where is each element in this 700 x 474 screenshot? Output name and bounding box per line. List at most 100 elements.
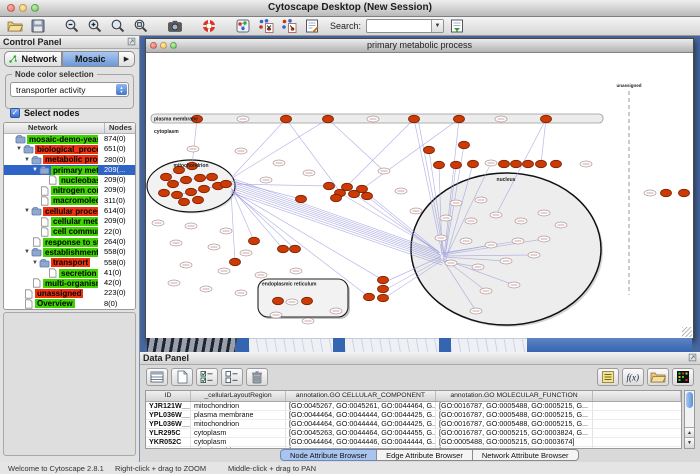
float-icon[interactable] xyxy=(127,37,136,48)
delete-button[interactable] xyxy=(246,368,268,386)
graph-node[interactable] xyxy=(378,294,389,301)
table-row[interactable]: YJR121W__1mitochondrion[GO:0045267, GO:0… xyxy=(146,402,681,411)
new-doc-button[interactable] xyxy=(171,368,193,386)
graph-node[interactable] xyxy=(181,176,192,183)
minimize-button[interactable] xyxy=(19,4,27,12)
graph-node[interactable] xyxy=(324,182,335,189)
graph-node[interactable] xyxy=(161,173,172,180)
tree-row[interactable]: multi-organism pro42(0) xyxy=(4,278,135,288)
tree-row[interactable]: unassigned223(0) xyxy=(4,288,135,298)
search-dropdown-icon[interactable]: ▼ xyxy=(431,20,443,32)
graph-node[interactable] xyxy=(454,115,465,122)
tree-row[interactable]: macromolecule311(0) xyxy=(4,196,135,206)
background-window-strip[interactable] xyxy=(345,338,439,352)
tree-row[interactable]: secretion41(0) xyxy=(4,268,135,278)
graph-node[interactable] xyxy=(172,191,183,198)
tab-network-attribute-browser[interactable]: Network Attribute Browser xyxy=(472,449,579,461)
close-button[interactable] xyxy=(7,4,15,12)
expand-triangle-icon[interactable]: ▼ xyxy=(23,157,31,163)
tab-node-attribute-browser[interactable]: Node Attribute Browser xyxy=(280,449,377,461)
graph-node[interactable] xyxy=(541,115,552,122)
save-button[interactable] xyxy=(27,18,48,35)
tree-row[interactable]: cell communicat22(0) xyxy=(4,227,135,237)
graph-node[interactable] xyxy=(424,146,435,153)
select-attrs-button[interactable] xyxy=(196,368,218,386)
background-window-strip[interactable] xyxy=(451,338,527,352)
tree-row[interactable]: ▼establishment of lo558(0) xyxy=(4,247,135,257)
graph-node[interactable] xyxy=(362,192,373,199)
background-network-thumbnail[interactable] xyxy=(147,338,235,352)
tree-row[interactable]: nucleobase-209(0) xyxy=(4,175,135,185)
graph-node[interactable] xyxy=(221,180,232,187)
table-cell[interactable]: YDR039C__1 xyxy=(146,447,191,449)
graph-node[interactable] xyxy=(186,188,197,195)
graph-node[interactable] xyxy=(323,115,334,122)
zoom-button[interactable] xyxy=(31,4,39,12)
graph-node[interactable] xyxy=(290,245,301,252)
network-view-window[interactable]: primary metabolic process plasma membran… xyxy=(145,38,694,339)
expand-triangle-icon[interactable]: ▼ xyxy=(15,146,23,152)
graph-node[interactable] xyxy=(459,141,470,148)
network-canvas[interactable]: plasma membranecytoplasmmitochondrionnuc… xyxy=(146,53,691,337)
open-folder-button[interactable] xyxy=(4,18,25,35)
table-column-header[interactable]: ID xyxy=(146,391,191,401)
table-cell[interactable]: [GO:0016787, GO:0005488, GO:0005215, G..… xyxy=(436,420,593,428)
graph-node[interactable] xyxy=(364,293,375,300)
expand-triangle-icon[interactable]: ▼ xyxy=(23,249,31,255)
graph-node[interactable] xyxy=(296,195,307,202)
table-column-header[interactable]: annotation.GO MOLECULAR_FUNCTION xyxy=(436,391,593,401)
tree-row[interactable]: nitrogen compo209(0) xyxy=(4,185,135,195)
table-cell[interactable]: cytoplasm xyxy=(191,438,286,446)
tree-row[interactable]: response to stimulu264(0) xyxy=(4,237,135,247)
vizmapper-button[interactable] xyxy=(232,18,253,35)
table-cell[interactable]: plasma membrane xyxy=(191,411,286,419)
table-cell[interactable]: YLR295C xyxy=(146,429,191,437)
graph-node[interactable] xyxy=(273,297,284,304)
tab-edge-attribute-browser[interactable]: Edge Attribute Browser xyxy=(376,449,473,461)
graph-node[interactable] xyxy=(302,297,313,304)
graph-node[interactable] xyxy=(434,161,445,168)
graph-node[interactable] xyxy=(207,173,218,180)
tree-row[interactable]: mosaic-demo-yeast874(0) xyxy=(4,134,135,144)
graph-node[interactable] xyxy=(536,160,547,167)
table-cell[interactable]: [GO:0016787, GO:0005215, GO:0003824, G..… xyxy=(436,429,593,437)
tree-row[interactable]: cellular metabol209(0) xyxy=(4,216,135,226)
background-window-strip[interactable] xyxy=(249,338,333,352)
search-options-button[interactable] xyxy=(446,18,467,35)
layout-b-button[interactable] xyxy=(278,18,299,35)
network-close-button[interactable] xyxy=(150,42,157,49)
tab-network[interactable]: Network xyxy=(4,51,62,67)
table-cell[interactable]: YJR121W__1 xyxy=(146,402,191,410)
graph-node[interactable] xyxy=(499,160,510,167)
graph-node[interactable] xyxy=(193,196,204,203)
unselect-attrs-button[interactable] xyxy=(221,368,243,386)
graph-node[interactable] xyxy=(409,115,420,122)
table-cell[interactable]: [GO:0044464, GO:0044444, GO:0044425, G..… xyxy=(286,411,436,419)
graph-node[interactable] xyxy=(179,198,190,205)
zoom-fit-button[interactable] xyxy=(130,18,151,35)
table-cell[interactable]: [GO:0044464, GO:0044446, GO:0044444, G..… xyxy=(286,438,436,446)
import-button[interactable] xyxy=(647,368,669,386)
graph-node[interactable] xyxy=(342,183,353,190)
tree-row[interactable]: ▼transport558(0) xyxy=(4,258,135,268)
float-icon[interactable] xyxy=(688,353,697,364)
layout-a-button[interactable] xyxy=(255,18,276,35)
network-minimize-button[interactable] xyxy=(160,42,167,49)
graph-node[interactable] xyxy=(357,185,368,192)
tab-mosaic[interactable]: Mosaic xyxy=(62,51,120,67)
tree-row[interactable]: ▼metabolic process280(0) xyxy=(4,155,135,165)
graph-node[interactable] xyxy=(278,245,289,252)
graph-node[interactable] xyxy=(551,160,562,167)
search-config-button[interactable] xyxy=(301,18,322,35)
table-cell[interactable]: [GO:0016787, GO:0005488, GO:0005215, G..… xyxy=(436,402,593,410)
graph-node[interactable] xyxy=(378,285,389,292)
matrix-button[interactable] xyxy=(672,368,694,386)
scroll-down-icon[interactable]: ▼ xyxy=(685,437,694,448)
expand-triangle-icon[interactable]: ▼ xyxy=(31,167,39,173)
table-cell[interactable]: [GO:0016787, GO:0005488, GO:0005215, G..… xyxy=(436,411,593,419)
background-window-titlebar[interactable] xyxy=(527,338,692,352)
table-cell[interactable]: mitochondrion xyxy=(191,420,286,428)
table-column-header[interactable]: annotation.GO CELLULAR_COMPONENT xyxy=(286,391,436,401)
graph-node[interactable] xyxy=(679,189,690,196)
graph-node[interactable] xyxy=(159,189,170,196)
